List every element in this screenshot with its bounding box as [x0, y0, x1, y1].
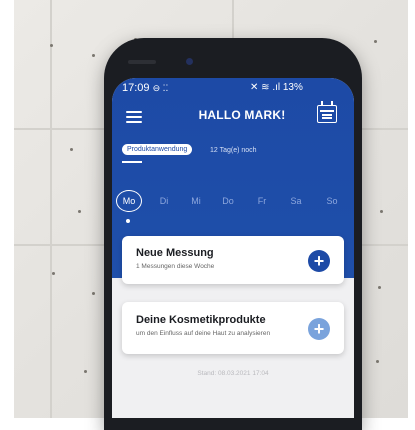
wall-dot	[78, 210, 81, 213]
day-fr[interactable]: Fr	[250, 196, 274, 206]
card-title: Neue Messung	[136, 247, 214, 259]
tab-indicator	[122, 161, 142, 163]
wall-dot	[92, 292, 95, 295]
wall-dot	[50, 44, 53, 47]
new-measurement-card[interactable]: Neue Messung 1 Messungen diese Woche +	[122, 236, 344, 284]
speaker-grille	[128, 60, 156, 64]
tab-produktanwendung[interactable]: Produktanwendung	[122, 144, 193, 155]
card-subtitle: 1 Messungen diese Woche	[136, 263, 215, 270]
add-measurement-button[interactable]: +	[308, 250, 330, 272]
day-do[interactable]: Do	[216, 196, 240, 206]
day-mi[interactable]: Mi	[184, 196, 208, 206]
wall-dot	[92, 54, 95, 57]
weekday-selector: Mo Di Mi Do Fr Sa So	[112, 188, 354, 212]
wall-dot	[376, 360, 379, 363]
wall-seam	[50, 0, 52, 418]
day-sa[interactable]: Sa	[284, 196, 308, 206]
status-icons: ✕ ≋ .ıl 13%	[250, 82, 303, 93]
cosmetic-products-card[interactable]: Deine Kosmetikprodukte um den Einfluss a…	[122, 302, 344, 354]
hamburger-menu-icon[interactable]	[126, 111, 142, 123]
wall-dot	[84, 370, 87, 373]
day-so[interactable]: So	[320, 196, 344, 206]
day-mo[interactable]: Mo	[117, 196, 141, 206]
day-di[interactable]: Di	[152, 196, 176, 206]
card-title: Deine Kosmetikprodukte	[136, 314, 266, 326]
status-time: 17:09 ⊖ ⁚⁚	[122, 82, 169, 94]
page-title: HALLO MARK!	[198, 108, 286, 122]
wall-dot	[70, 148, 73, 151]
card-subtitle: um den Einfluss auf deine Haut zu analys…	[136, 330, 271, 337]
front-camera	[186, 58, 193, 65]
countdown-text: 12 Tag(e) noch	[210, 147, 257, 154]
add-product-button[interactable]: +	[308, 318, 330, 340]
wall-dot	[52, 272, 55, 275]
last-updated-text: Stand: 08.03.2021 17:04	[197, 370, 269, 377]
calendar-icon[interactable]	[317, 101, 337, 123]
wall-dot	[380, 210, 383, 213]
wall-dot	[378, 286, 381, 289]
phone-screen: 17:09 ⊖ ⁚⁚ ✕ ≋ .ıl 13% HALLO MARK! Produ…	[112, 78, 354, 418]
wall-dot	[374, 40, 377, 43]
selected-day-dot	[126, 219, 130, 223]
